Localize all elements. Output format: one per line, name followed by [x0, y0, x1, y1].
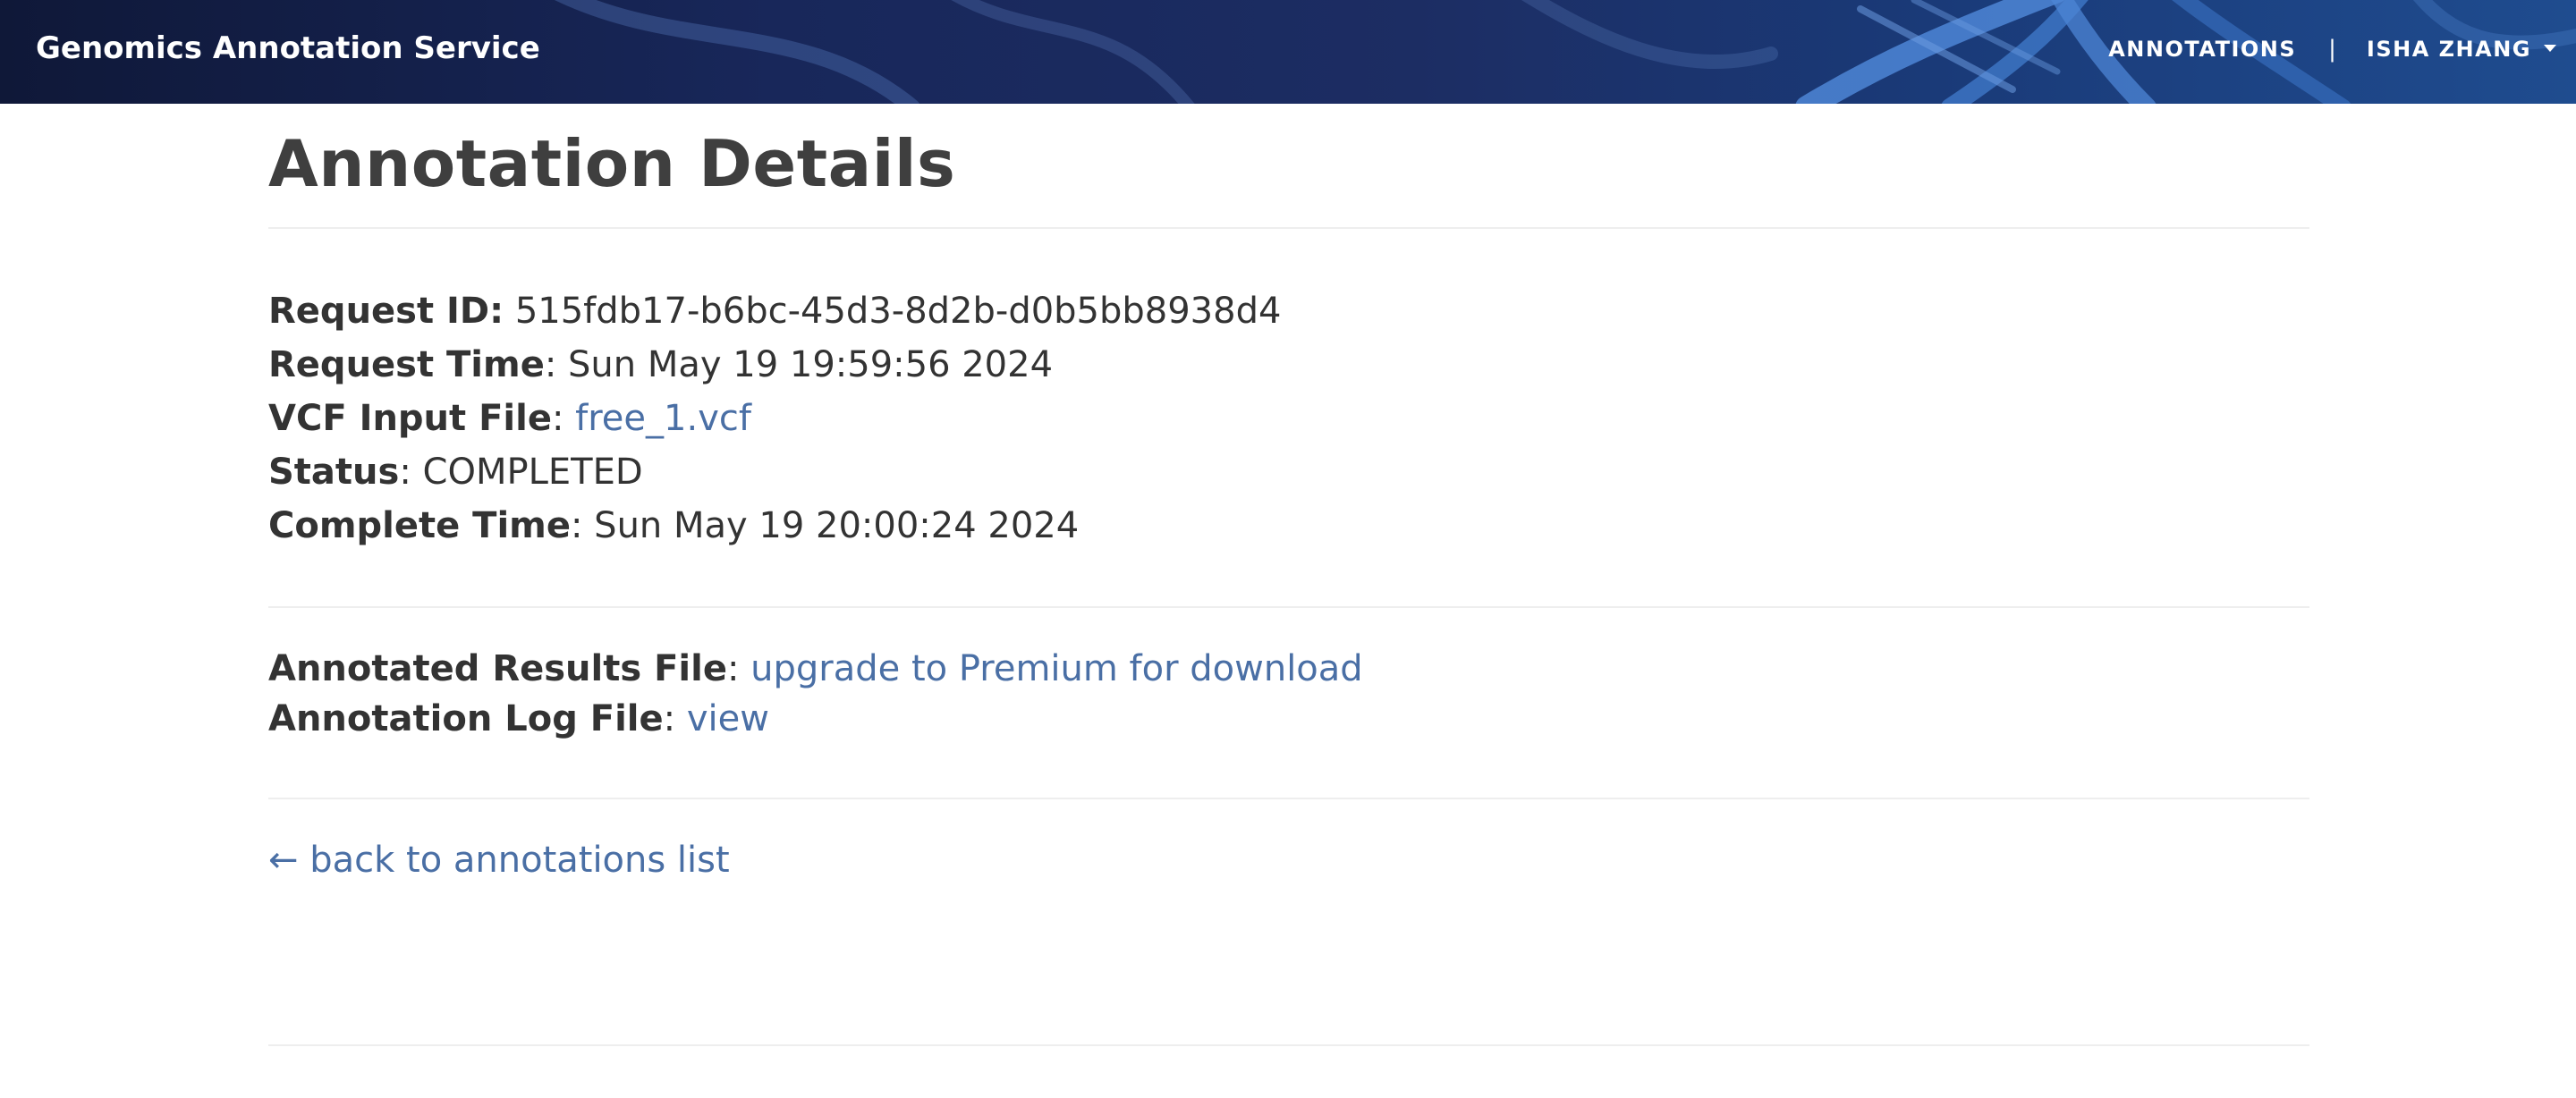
complete-time-label: Complete Time — [268, 504, 571, 546]
result-files: Annotated Results File: upgrade to Premi… — [268, 644, 2309, 744]
log-file-row: Annotation Log File: view — [268, 697, 769, 739]
brand-link[interactable]: Genomics Annotation Service — [36, 30, 540, 66]
annotation-details: Request ID: 515fdb17-b6bc-45d3-8d2b-d0b5… — [268, 284, 2309, 553]
top-navbar: Genomics Annotation Service ANNOTATIONS … — [0, 0, 2576, 104]
divider — [268, 1043, 2309, 1046]
request-id-row: Request ID: 515fdb17-b6bc-45d3-8d2b-d0b5… — [268, 284, 2309, 338]
page-title: Annotation Details — [268, 126, 956, 201]
status-label: Status — [268, 451, 400, 493]
vcf-input-row: VCF Input File: free_1.vcf — [268, 397, 751, 439]
request-id-value: 515fdb17-b6bc-45d3-8d2b-d0b5bb8938d4 — [514, 290, 1282, 332]
log-file-label: Annotation Log File — [268, 697, 664, 739]
nav-annotations-link[interactable]: ANNOTATIONS — [2108, 37, 2296, 62]
upgrade-premium-link[interactable]: upgrade to Premium for download — [750, 648, 1363, 689]
nav-separator: | — [2328, 36, 2336, 63]
divider — [268, 226, 2309, 229]
back-to-annotations-link[interactable]: ← back to annotations list — [268, 840, 730, 881]
caret-down-icon — [2544, 45, 2556, 52]
request-time-value: Sun May 19 19:59:56 2024 — [568, 343, 1054, 385]
status-row: Status: COMPLETED — [268, 451, 643, 493]
nav-right: ANNOTATIONS | ISHA ZHANG — [2108, 36, 2556, 63]
request-time-row: Request Time: Sun May 19 19:59:56 2024 — [268, 343, 1054, 385]
user-menu-dropdown[interactable]: ISHA ZHANG — [2367, 37, 2556, 62]
view-log-link[interactable]: view — [687, 698, 769, 739]
vcf-input-file-link[interactable]: free_1.vcf — [575, 398, 751, 439]
main-content: Annotation Details Request ID: 515fdb17-… — [268, 104, 2309, 1046]
divider — [268, 797, 2309, 799]
results-file-row: Annotated Results File: upgrade to Premi… — [268, 647, 1363, 689]
back-row: ← back to annotations list — [268, 835, 2309, 885]
vcf-input-label: VCF Input File — [268, 397, 552, 439]
complete-time-row: Complete Time: Sun May 19 20:00:24 2024 — [268, 504, 1080, 546]
complete-time-value: Sun May 19 20:00:24 2024 — [594, 504, 1080, 546]
results-file-label: Annotated Results File — [268, 647, 727, 689]
user-name: ISHA ZHANG — [2366, 37, 2531, 62]
request-time-label: Request Time — [268, 343, 545, 385]
divider — [268, 605, 2309, 608]
request-id-label: Request ID: — [268, 290, 504, 332]
status-value: COMPLETED — [422, 451, 643, 493]
